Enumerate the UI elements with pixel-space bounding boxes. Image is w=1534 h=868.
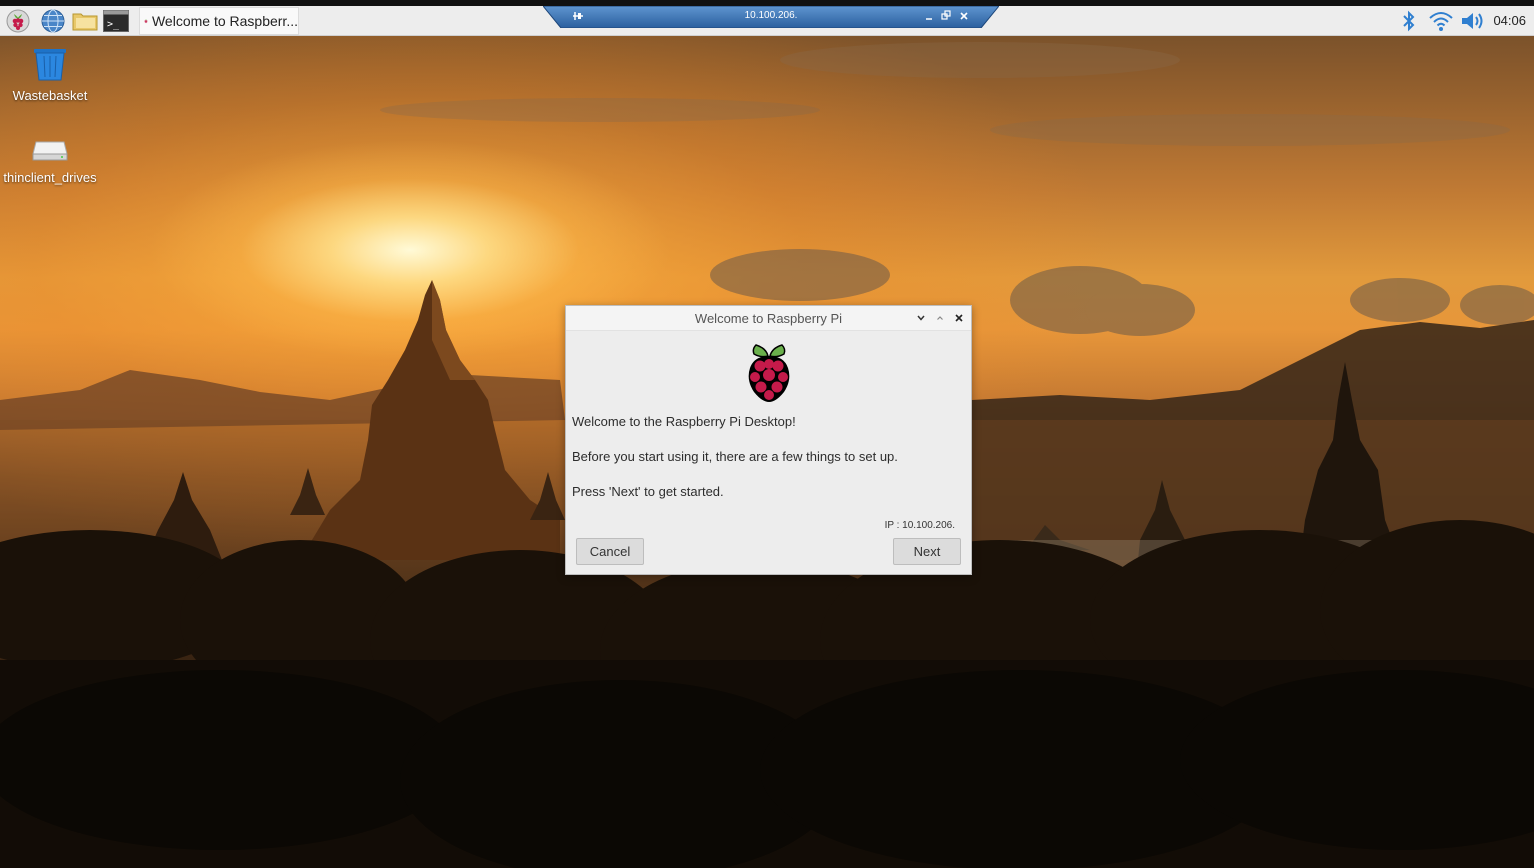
terminal-icon[interactable]: >_ <box>103 9 129 33</box>
raspberry-pi-logo <box>744 342 794 404</box>
dialog-line-1: Before you start using it, there are a f… <box>572 449 898 464</box>
remote-connection-bar: 10.100.206. <box>541 5 1001 29</box>
svg-text:>_: >_ <box>107 19 120 30</box>
desktop-icon-label: Wastebasket <box>12 88 88 103</box>
file-manager-icon[interactable] <box>72 9 98 33</box>
desktop-icon-wastebasket[interactable]: Wastebasket <box>2 46 98 104</box>
desktop-icon-label: thinclient_drives <box>3 170 97 185</box>
web-browser-icon[interactable] <box>41 9 65 33</box>
raspberry-menu-icon[interactable] <box>6 9 30 33</box>
minimize-icon[interactable] <box>914 311 928 325</box>
desktop-icon-thinclient-drives[interactable]: thinclient_drives <box>2 136 98 186</box>
desktop-screen: >_ Welcome to Raspberr... 04:06 10.100.2… <box>0 0 1534 868</box>
cancel-button[interactable]: Cancel <box>576 538 644 565</box>
welcome-dialog: Welcome to Raspberry Pi Welcome to the R… <box>565 305 972 575</box>
dialog-title: Welcome to Raspberry Pi <box>694 311 843 326</box>
close-icon[interactable] <box>958 9 970 23</box>
restore-icon[interactable] <box>940 9 952 23</box>
minimize-icon[interactable] <box>923 9 935 23</box>
dialog-heading: Welcome to the Raspberry Pi Desktop! <box>572 414 796 429</box>
dialog-titlebar[interactable]: Welcome to Raspberry Pi <box>566 306 971 331</box>
ip-address-label: IP : 10.100.206. <box>884 520 955 531</box>
next-button[interactable]: Next <box>893 538 961 565</box>
clock[interactable]: 04:06 <box>1493 13 1526 28</box>
volume-icon[interactable] <box>1460 9 1484 33</box>
drive-icon <box>32 141 68 161</box>
close-icon[interactable] <box>952 311 966 325</box>
wifi-icon[interactable] <box>1428 9 1453 33</box>
raspberry-icon <box>144 19 148 24</box>
dialog-line-2: Press 'Next' to get started. <box>572 484 724 499</box>
bluetooth-icon[interactable] <box>1399 9 1423 33</box>
taskbar-window-label: Welcome to Raspberr... <box>151 13 298 29</box>
taskbar-window-button[interactable]: Welcome to Raspberr... <box>139 7 299 35</box>
maximize-icon[interactable] <box>933 311 947 325</box>
wastebasket-icon <box>34 49 66 81</box>
